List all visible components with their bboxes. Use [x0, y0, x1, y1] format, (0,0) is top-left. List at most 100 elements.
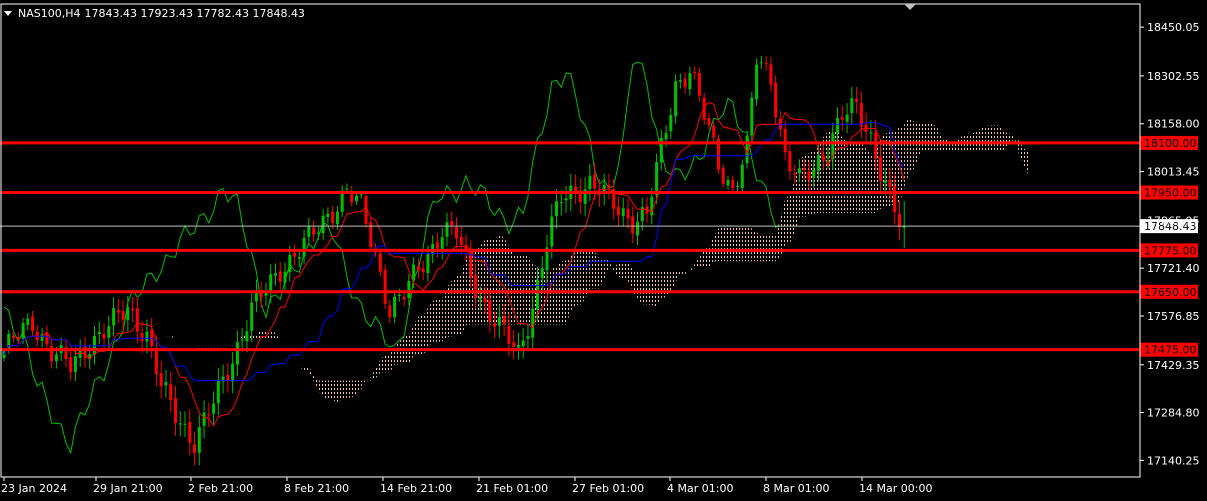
- candle: [174, 386, 177, 436]
- y-tick-label: 18158.00: [1147, 118, 1200, 131]
- kumo-segment: [680, 272, 685, 275]
- kumo-segment: [923, 122, 928, 150]
- candle: [93, 326, 96, 365]
- kumo-segment: [819, 137, 824, 213]
- kumo-segment: [452, 276, 457, 336]
- chart-canvas[interactable]: 18100.0017950.0017775.0017650.0017475.00…: [0, 0, 1207, 497]
- kumo-segment: [314, 376, 319, 391]
- candle: [612, 179, 615, 220]
- level-17775-00[interactable]: 17775.00: [0, 243, 1198, 257]
- kumo-segment: [914, 121, 919, 169]
- kumo-segment: [623, 261, 628, 281]
- kumo-segment: [499, 234, 504, 324]
- candle: [236, 331, 239, 376]
- collapse-triangle-icon[interactable]: [4, 11, 12, 16]
- kumo-segment: [495, 234, 500, 324]
- candle: [69, 349, 72, 381]
- candle: [769, 57, 772, 92]
- kumo-segment: [590, 250, 595, 289]
- kumo-segment: [428, 301, 433, 347]
- kumo-segment: [733, 225, 738, 261]
- candle: [307, 218, 310, 245]
- kumo-segment: [676, 272, 681, 282]
- candle: [379, 248, 382, 276]
- candle: [212, 391, 215, 426]
- candle: [41, 328, 44, 348]
- candle: [727, 176, 730, 190]
- kumo-segment: [842, 138, 847, 213]
- candle: [293, 244, 296, 265]
- kumo-segment: [1000, 126, 1005, 151]
- kumo-segment: [333, 381, 338, 404]
- candle: [784, 121, 787, 161]
- candle: [588, 164, 591, 201]
- candle: [107, 316, 110, 349]
- candle: [207, 402, 210, 427]
- candle: [50, 339, 53, 369]
- candle: [117, 299, 120, 324]
- candle: [774, 75, 777, 125]
- candle: [755, 58, 758, 105]
- y-tick-label: 18302.55: [1147, 70, 1200, 83]
- candle: [155, 336, 158, 387]
- kumo-segment: [190, 340, 195, 346]
- level-17475-00[interactable]: 17475.00: [0, 343, 1198, 357]
- kumo-segment: [976, 129, 981, 150]
- kumo-segment: [866, 149, 871, 213]
- kumo-segment: [356, 381, 361, 395]
- candle: [274, 263, 277, 285]
- candle: [707, 113, 710, 129]
- candle: [522, 328, 525, 358]
- candle: [164, 370, 167, 398]
- kumo-segment: [361, 381, 366, 390]
- candle: [255, 279, 258, 312]
- candle: [231, 352, 234, 393]
- candle: [222, 365, 225, 394]
- candle: [631, 207, 634, 244]
- kumo-segment: [847, 141, 852, 213]
- kumo-segment: [771, 233, 776, 261]
- candle: [193, 432, 196, 466]
- kumo-segment: [433, 298, 438, 341]
- x-tick-label: 21 Feb 01:00: [476, 482, 548, 495]
- kumo-segment: [323, 381, 328, 399]
- kumo-segment: [928, 122, 933, 150]
- kumo-segment: [857, 143, 862, 213]
- candle: [88, 344, 91, 369]
- kumo-segment: [990, 125, 995, 150]
- tenkan-sen-line: [4, 103, 904, 426]
- candle: [841, 106, 844, 131]
- kumo-segment: [580, 250, 585, 305]
- tenkan-line: [4, 103, 904, 426]
- kumo-segment: [271, 331, 276, 338]
- kumo-segment: [599, 259, 604, 289]
- candle: [903, 201, 906, 248]
- kumo-segment: [609, 260, 614, 272]
- candle: [131, 297, 134, 322]
- horizontal-levels[interactable]: 18100.0017950.0017775.0017650.0017475.00: [0, 136, 1198, 357]
- candle: [698, 67, 701, 101]
- candle: [136, 297, 139, 344]
- candle: [712, 121, 715, 142]
- candle: [446, 213, 449, 247]
- kumo-segment: [604, 259, 609, 280]
- kumo-segment: [738, 226, 743, 261]
- chart-window[interactable]: 18100.0017950.0017775.0017650.0017475.00…: [0, 0, 1207, 497]
- kumo-segment: [614, 263, 619, 277]
- candle: [850, 87, 853, 125]
- candle: [627, 199, 630, 229]
- candle: [617, 196, 620, 226]
- candle: [760, 56, 763, 69]
- x-tick-label: 8 Mar 01:00: [763, 482, 829, 495]
- kumo-segment: [904, 118, 909, 188]
- symbol-label: NAS100,H4: [18, 7, 81, 20]
- kumo-segment: [714, 228, 719, 261]
- candle: [898, 201, 901, 239]
- y-tick-label: 17140.25: [1147, 454, 1200, 467]
- x-tick-label: 23 Jan 2024: [1, 482, 67, 495]
- candle: [326, 207, 329, 223]
- kumo-segment: [799, 156, 804, 217]
- kumo-segment: [261, 330, 266, 338]
- kumo-segment: [790, 180, 795, 243]
- chart-shift-marker-icon: [904, 4, 916, 10]
